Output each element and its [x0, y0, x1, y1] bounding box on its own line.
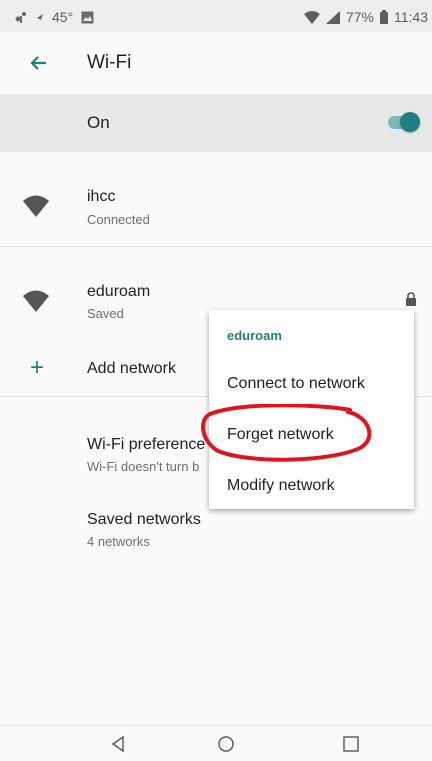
notification-icon: [15, 12, 26, 23]
wifi-icon: [23, 290, 49, 312]
back-arrow-icon[interactable]: [26, 50, 52, 76]
status-bar: 45° 77% 11:43: [0, 0, 432, 32]
preferences-subtitle: Wi-Fi doesn't turn b: [87, 459, 200, 474]
cellular-signal-icon: [325, 10, 340, 24]
wifi-switch-label: On: [87, 113, 110, 132]
wifi-status-icon: [303, 10, 320, 24]
battery-percent: 77%: [345, 9, 374, 25]
preferences-title: Wi-Fi preference: [87, 436, 206, 453]
saved-networks-subtitle: 4 networks: [87, 534, 150, 549]
back-triangle-icon[interactable]: [109, 734, 129, 754]
wifi-icon: [23, 195, 49, 217]
add-network-label: Add network: [87, 360, 176, 377]
clock: 11:43: [394, 9, 428, 25]
menu-title: eduroam: [227, 328, 282, 343]
lock-icon: [406, 292, 416, 306]
page-title: Wi-Fi: [87, 52, 132, 73]
divider: [0, 246, 432, 247]
plus-icon: +: [30, 354, 45, 381]
toggle-knob: [400, 112, 420, 132]
navigation-bar: [0, 725, 432, 761]
modify-network-menu-item[interactable]: Modify network: [227, 477, 335, 495]
network-row-ihcc[interactable]: ihcc Connected: [0, 170, 432, 240]
wifi-toggle-switch[interactable]: [386, 110, 426, 134]
network-status: Saved: [87, 306, 124, 321]
forget-network-menu-item[interactable]: Forget network: [227, 426, 334, 444]
network-status: Connected: [87, 212, 150, 227]
temperature-text: 45°: [52, 9, 74, 25]
connect-to-network-menu-item[interactable]: Connect to network: [227, 375, 365, 393]
home-circle-icon[interactable]: [216, 734, 236, 754]
location-icon: [37, 14, 43, 20]
saved-networks-title: Saved networks: [87, 511, 201, 528]
network-context-menu: eduroam Connect to network Forget networ…: [209, 310, 414, 509]
wifi-master-switch-row[interactable]: On: [0, 94, 432, 152]
app-bar: Wi-Fi: [0, 32, 432, 94]
network-name: ihcc: [87, 188, 116, 205]
network-name: eduroam: [87, 283, 151, 300]
wifi-settings-screen: 45° 77% 11:43 Wi-Fi On ihcc Connected ed…: [0, 0, 432, 761]
image-icon: [81, 11, 94, 23]
battery-icon: [380, 10, 388, 24]
recents-square-icon[interactable]: [341, 734, 361, 754]
